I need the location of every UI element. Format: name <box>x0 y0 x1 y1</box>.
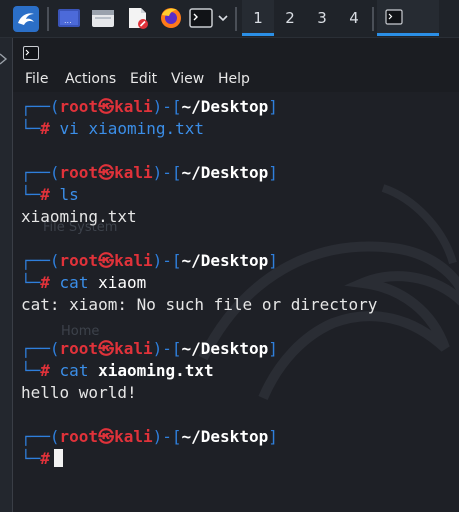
desktop-label-home: Home <box>61 324 100 339</box>
kali-dragon-watermark <box>198 184 459 401</box>
command-line: └─# vi xiaoming.txt <box>21 119 205 138</box>
text-editor-icon[interactable] <box>124 6 150 30</box>
command-output: xiaoming.txt <box>21 207 137 226</box>
active-command-line[interactable]: └─# <box>21 448 63 470</box>
command-line: └─# ls <box>21 185 79 204</box>
window-titlebar[interactable] <box>13 38 459 68</box>
prompt-line: ┌──(root㉿kali)-[~/Desktop] <box>21 339 278 358</box>
text-cursor <box>53 449 63 467</box>
menu-edit[interactable]: Edit <box>130 71 157 87</box>
terminal-window[interactable]: File Actions Edit View Help File System … <box>12 38 459 512</box>
menu-actions[interactable]: Actions <box>65 71 116 87</box>
panel-separator <box>372 7 374 31</box>
prompt-line: ┌──(root㉿kali)-[~/Desktop] <box>21 97 278 116</box>
command-output: cat: xiaom: No such file or directory <box>21 295 378 314</box>
desktop-background <box>0 38 12 512</box>
command-line: └─# cat xiaoming.txt <box>21 361 214 380</box>
terminal-icon <box>23 46 39 60</box>
firefox-icon[interactable] <box>158 6 184 30</box>
terminal-launcher-icon[interactable] <box>188 6 214 30</box>
terminal-icon <box>385 9 403 25</box>
menu-view[interactable]: View <box>171 71 204 87</box>
chevron-down-icon[interactable] <box>217 12 229 24</box>
menu-help[interactable]: Help <box>218 71 250 87</box>
prompt-line: ┌──(root㉿kali)-[~/Desktop] <box>21 163 278 182</box>
svg-text:...: ... <box>64 16 72 25</box>
menu-file[interactable]: File <box>25 71 48 87</box>
top-panel: ... 1 2 3 4 <box>0 0 459 38</box>
workspace-3[interactable]: 3 <box>306 0 338 36</box>
command-line: └─# cat xiaom <box>21 273 147 292</box>
kali-menu-icon[interactable] <box>12 5 40 33</box>
show-desktop-icon[interactable]: ... <box>56 6 82 30</box>
panel-separator <box>235 7 237 31</box>
prompt-line: ┌──(root㉿kali)-[~/Desktop] <box>21 427 278 446</box>
taskbar-terminal-window[interactable] <box>377 0 439 36</box>
command-output: hello world! <box>21 383 137 402</box>
desktop-icon-fragment <box>0 53 8 65</box>
menu-bar: File Actions Edit View Help <box>13 68 459 92</box>
panel-separator <box>47 7 49 31</box>
workspace-4[interactable]: 4 <box>338 0 370 36</box>
workspace-2[interactable]: 2 <box>274 0 306 36</box>
workspace-1[interactable]: 1 <box>242 0 274 36</box>
prompt-line: ┌──(root㉿kali)-[~/Desktop] <box>21 251 278 270</box>
file-manager-icon[interactable] <box>90 6 116 30</box>
